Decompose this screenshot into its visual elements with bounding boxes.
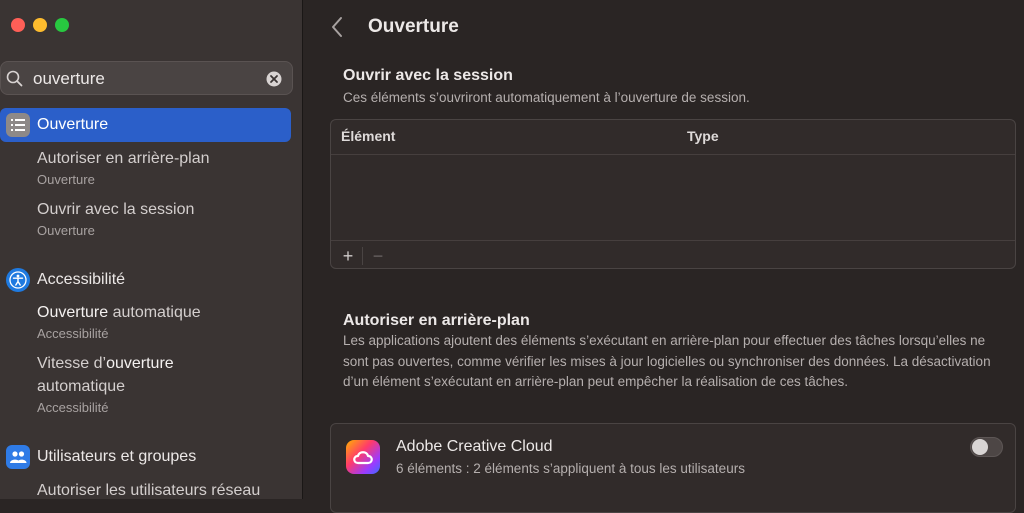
result-title: Autoriser en arrière-plan bbox=[37, 150, 210, 167]
close-window-button[interactable] bbox=[11, 18, 25, 32]
back-chevron-icon[interactable] bbox=[330, 16, 344, 38]
result-section: Accessibilité bbox=[37, 400, 109, 415]
result-section: Ouverture bbox=[37, 172, 95, 187]
section-title-session: Ouvrir avec la session bbox=[343, 67, 513, 84]
main-content: Ouverture Ouvrir avec la session Ces élé… bbox=[304, 0, 1024, 513]
page-title: Ouverture bbox=[368, 16, 459, 37]
zoom-window-button[interactable] bbox=[55, 18, 69, 32]
login-items-table[interactable]: Élément Type + − bbox=[330, 119, 1016, 269]
minimize-window-button[interactable] bbox=[33, 18, 47, 32]
list-icon bbox=[6, 113, 30, 137]
column-header-type[interactable]: Type bbox=[687, 128, 719, 144]
app-name: Adobe Creative Cloud bbox=[396, 438, 553, 455]
sidebar: Ouverture Autoriser en arrière-plan Ouve… bbox=[0, 0, 303, 499]
result-title: Ouvrir avec la session bbox=[37, 201, 195, 218]
search-input[interactable] bbox=[31, 67, 255, 91]
section-desc-background: Les applications ajoutent des éléments s… bbox=[343, 333, 991, 389]
section-desc-session: Ces éléments s’ouvriront automatiquement… bbox=[343, 90, 750, 105]
footer-divider bbox=[331, 240, 1015, 241]
search-icon bbox=[6, 70, 23, 87]
search-field[interactable] bbox=[0, 61, 293, 95]
adobe-creative-cloud-icon bbox=[346, 440, 380, 474]
result-section: Accessibilité bbox=[37, 326, 109, 341]
remove-item-button[interactable]: − bbox=[369, 245, 387, 267]
result-title: Autoriser les utilisateurs réseau bbox=[37, 482, 261, 499]
add-item-button[interactable]: + bbox=[339, 245, 357, 267]
window-controls bbox=[11, 18, 69, 32]
users-icon bbox=[6, 445, 30, 469]
result-title: Ouverture automatique bbox=[37, 304, 201, 322]
result-highlight: Ouverture bbox=[37, 304, 109, 321]
toggle-knob bbox=[972, 439, 988, 455]
sidebar-item-label: Accessibilité bbox=[37, 271, 126, 288]
background-toggle[interactable] bbox=[970, 437, 1003, 457]
clear-search-icon[interactable] bbox=[266, 71, 282, 87]
section-title-background: Autoriser en arrière-plan bbox=[343, 312, 530, 329]
result-title-prefix: Vitesse d’ bbox=[37, 355, 107, 372]
toolbar-divider bbox=[362, 247, 363, 265]
app-desc: 6 éléments : 2 éléments s’appliquent à t… bbox=[396, 461, 745, 476]
result-title-line2: automatique bbox=[37, 378, 126, 395]
sidebar-item-label: Utilisateurs et groupes bbox=[37, 448, 197, 465]
background-item-row[interactable]: Adobe Creative Cloud 6 éléments : 2 élém… bbox=[330, 423, 1016, 513]
sidebar-item-ouverture[interactable]: Ouverture bbox=[0, 108, 291, 142]
column-header-element[interactable]: Élément bbox=[341, 128, 395, 144]
result-section: Ouverture bbox=[37, 223, 95, 238]
result-highlight: ouverture bbox=[106, 355, 174, 372]
accessibility-icon bbox=[6, 268, 30, 292]
result-title: Vitesse d’ouverture bbox=[37, 355, 174, 373]
header-divider bbox=[331, 154, 1015, 155]
sidebar-item-label: Ouverture bbox=[37, 116, 109, 133]
result-title-rest: automatique bbox=[108, 304, 201, 321]
